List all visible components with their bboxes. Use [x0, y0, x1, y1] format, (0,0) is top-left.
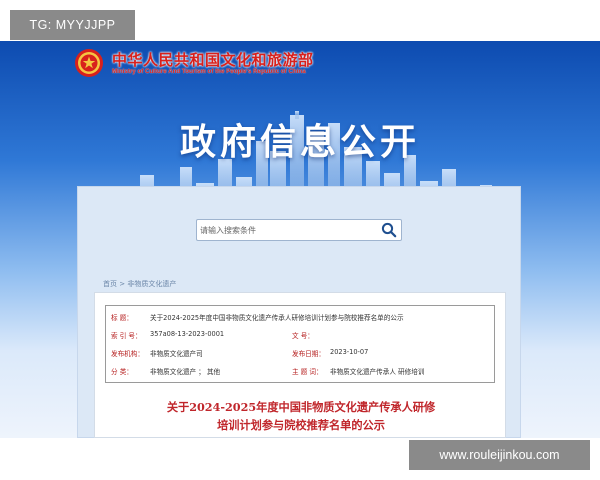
meta-value: 关于2024-2025年度中国非物质文化遗产传承人研修培训计划参与院校推荐名单的… — [150, 314, 404, 322]
meta-label: 分 类： — [111, 368, 133, 376]
document-meta-table: 标 题： 关于2024-2025年度中国非物质文化遗产传承人研修培训计划参与院校… — [105, 305, 495, 383]
breadcrumb: 首页 > 非物质文化遗产 — [103, 279, 176, 289]
meta-label: 发布日期： — [292, 350, 325, 358]
ministry-name-english: Ministry of Culture And Tourism of the P… — [112, 68, 306, 75]
search-input[interactable] — [200, 222, 372, 238]
page: TG: MYYJJPP 中华人民共和国文化和旅游部 Ministry of Cu… — [0, 0, 600, 480]
breadcrumb-home[interactable]: 首页 — [103, 280, 117, 288]
meta-label: 发布机构： — [111, 350, 144, 358]
document-title-line-1: 关于2024-2025年度中国非物质文化遗产传承人研修 — [166, 400, 436, 414]
search-icon[interactable] — [381, 222, 397, 238]
breadcrumb-current[interactable]: 非物质文化遗产 — [127, 280, 176, 288]
page-title: 政府信息公开 — [179, 121, 420, 163]
meta-row-title: 标 题： 关于2024-2025年度中国非物质文化遗产传承人研修培训计划参与院校… — [106, 312, 494, 330]
watermark-bottom-right: www.rouleijinkou.com — [409, 440, 590, 470]
document-info-card: 标 题： 关于2024-2025年度中国非物质文化遗产传承人研修培训计划参与院校… — [94, 292, 506, 438]
meta-label: 主 题 词： — [292, 368, 323, 376]
meta-label: 索 引 号： — [111, 332, 142, 340]
breadcrumb-separator: > — [117, 280, 128, 288]
meta-row-category: 分 类： 非物质文化遗产 ； 其他 主 题 词： 非物质文化遗产传承人 研修培训 — [106, 366, 494, 384]
meta-value: 非物质文化遗产传承人 研修培训 — [330, 368, 425, 376]
meta-value: 非物质文化遗产 ； 其他 — [150, 368, 221, 376]
meta-row-publisher: 发布机构： 非物质文化遗产司 发布日期： 2023-10-07 — [106, 348, 494, 366]
meta-value: 2023-10-07 — [330, 348, 369, 356]
national-emblem-icon — [75, 49, 103, 77]
meta-row-index: 索 引 号： 357a08-13-2023-0001 文 号： — [106, 330, 494, 348]
meta-value: 357a08-13-2023-0001 — [150, 330, 225, 338]
meta-label: 文 号： — [292, 332, 314, 340]
meta-label: 标 题： — [111, 314, 133, 322]
document-title-line-2: 培训计划参与院校推荐名单的公示 — [217, 418, 385, 432]
ministry-name-chinese: 中华人民共和国文化和旅游部 — [112, 51, 314, 69]
search-bar — [196, 219, 402, 241]
meta-value: 非物质文化遗产司 — [150, 350, 203, 358]
watermark-top-left: TG: MYYJJPP — [10, 10, 135, 40]
